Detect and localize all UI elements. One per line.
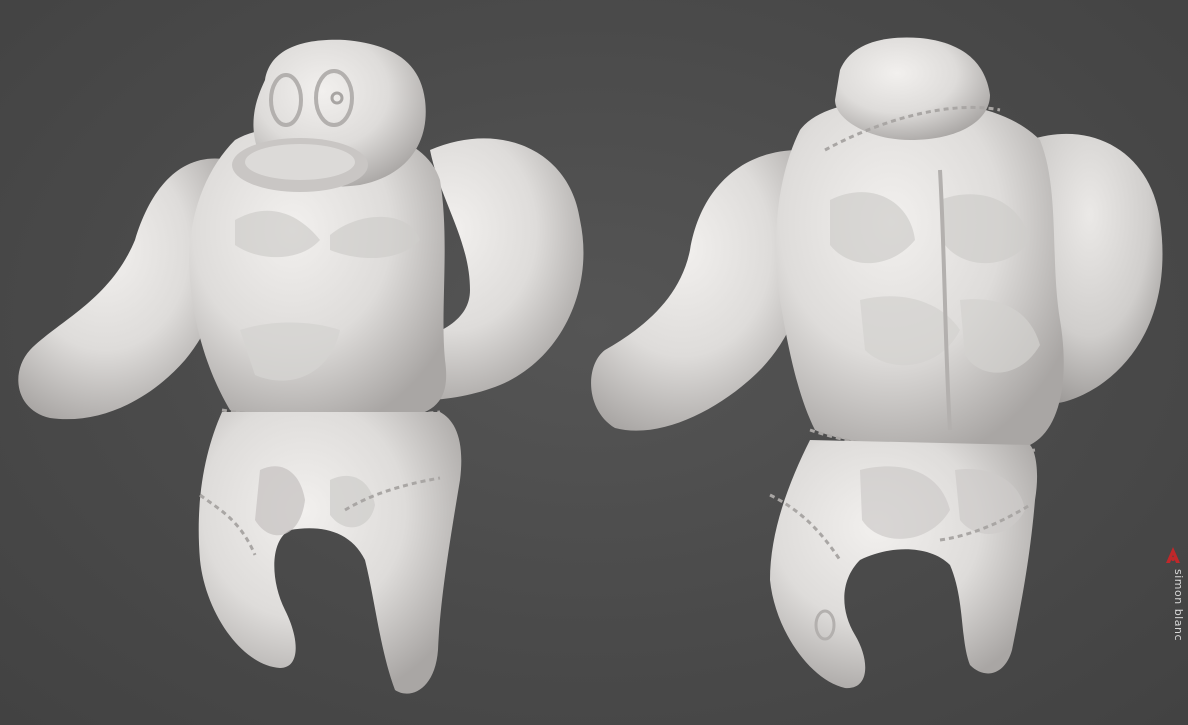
back-view-figure xyxy=(591,37,1163,689)
watermark-text: simon blanc xyxy=(1172,569,1185,641)
render-canvas: simon blanc xyxy=(0,0,1188,725)
artist-watermark: simon blanc xyxy=(1162,545,1185,665)
front-view-figure xyxy=(18,39,584,694)
sculpt-render-image xyxy=(18,37,1163,694)
red-pen-logo-icon xyxy=(1166,547,1180,563)
